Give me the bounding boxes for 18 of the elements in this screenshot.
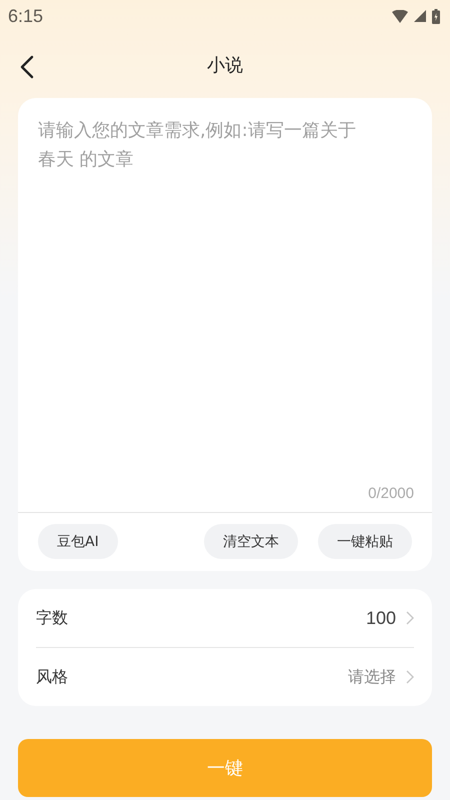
wifi-icon [392, 10, 408, 22]
chevron-right-icon [406, 670, 414, 684]
setting-value: 请选择 [348, 666, 396, 688]
setting-label: 字数 [36, 608, 69, 628]
settings-row[interactable]: 风格 请选择 [36, 647, 414, 706]
status-time: 6:15 [8, 6, 44, 26]
settings-row[interactable]: 字数 100 [36, 589, 414, 647]
action-button[interactable]: 清空文本 [204, 524, 298, 559]
signal-icon [414, 10, 426, 22]
setting-label: 风格 [36, 666, 69, 688]
chevron-right-icon [406, 611, 414, 625]
setting-value: 100 [366, 608, 396, 628]
battery-icon [432, 8, 440, 24]
page-title: 小说 [207, 54, 243, 77]
action-button[interactable]: 豆包AI [38, 524, 118, 559]
action-button[interactable]: 一键粘贴 [318, 524, 412, 559]
back-icon [20, 55, 34, 79]
text-input[interactable]: 请输入您的文章需求,例如:请写一篇关于春天 的文章 [18, 98, 432, 485]
